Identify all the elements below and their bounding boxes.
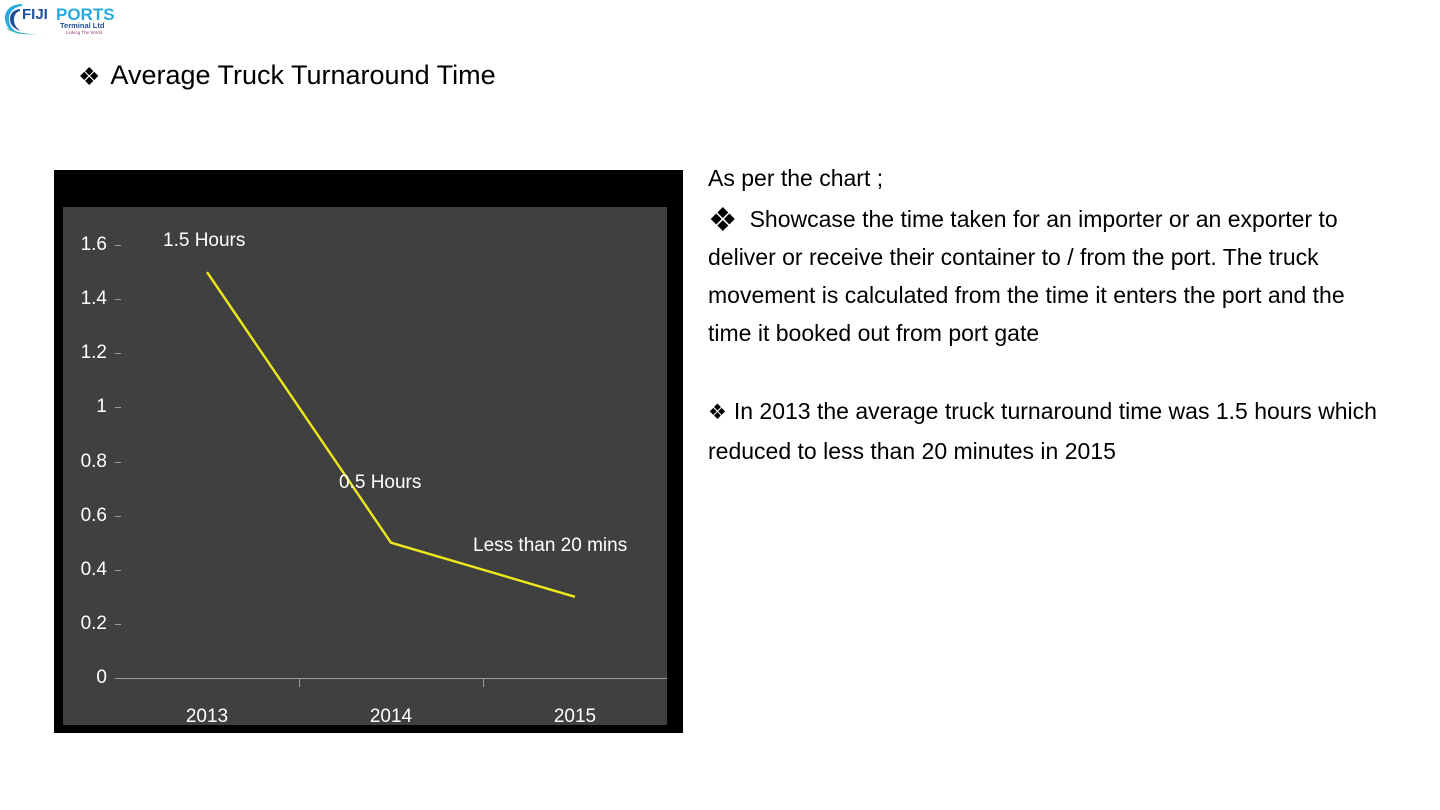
data-point-label: Less than 20 mins <box>473 534 628 556</box>
fiji-ports-logo: FIJI PORTS Terminal Ltd Linking The Worl… <box>4 1 134 37</box>
chart-plot-area: 1.6 1.4 1.2 1 0.8 0.6 0.4 0.2 0 2013 2014 2015 1.5… <box>63 207 667 727</box>
logo-text-tagline: Linking The World <box>66 30 103 35</box>
page-title-text: Average Truck Turnaround Time <box>110 60 496 90</box>
commentary-panel: As per the chart ; ❖ Showcase the time ta… <box>708 158 1384 470</box>
commentary-item-2-text: In 2013 the average truck turnaround tim… <box>708 398 1377 464</box>
commentary-item-2: ❖ In 2013 the average truck turnaround ti… <box>708 392 1384 470</box>
commentary-item-1: ❖ Showcase the time taken for an importer… <box>708 200 1384 352</box>
chart-container: 1.6 1.4 1.2 1 0.8 0.6 0.4 0.2 0 2013 2014 2015 1.5… <box>54 170 683 733</box>
diamond-bullet-icon: ❖ <box>78 63 101 91</box>
commentary-heading: As per the chart ; <box>708 165 884 191</box>
data-point-label: 0.5 Hours <box>339 471 422 493</box>
logo-text-terminal: Terminal Ltd <box>60 21 105 30</box>
line-series <box>206 271 576 598</box>
page-title: ❖ Average Truck Turnaround Time <box>78 56 496 95</box>
commentary-item-1-lead: Showcase the time taken for an importer <box>749 206 1163 232</box>
diamond-bullet-icon: ❖ <box>708 401 727 424</box>
diamond-bullet-icon: ❖ <box>708 201 738 238</box>
data-point-label: 1.5 Hours <box>163 230 246 252</box>
logo-artwork: FIJI PORTS Terminal Ltd Linking The Worl… <box>5 4 115 35</box>
logo-text-fiji: FIJI <box>22 6 48 23</box>
